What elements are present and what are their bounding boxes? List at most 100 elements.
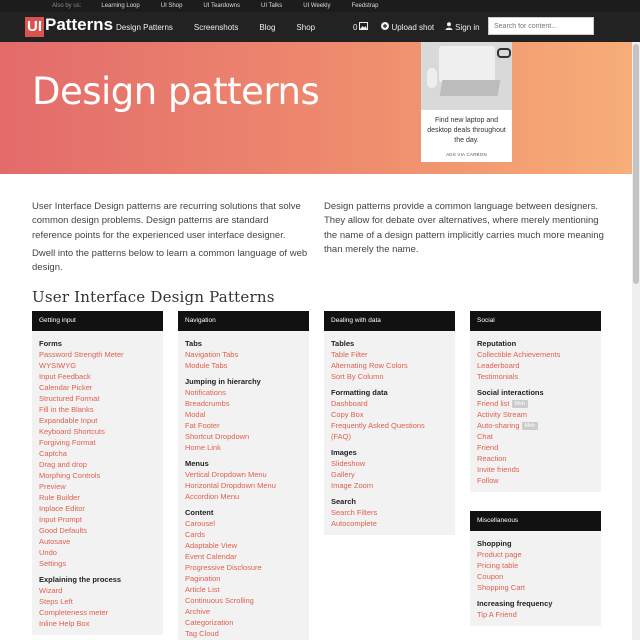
pattern-link[interactable]: Shopping Cart — [477, 582, 594, 593]
pattern-link[interactable]: Frequently Asked Questions — [331, 420, 448, 431]
pattern-link[interactable]: Slideshow — [331, 458, 448, 469]
pattern-link[interactable]: Captcha — [39, 448, 156, 459]
pattern-link[interactable]: Adaptable View — [185, 540, 302, 551]
pattern-link[interactable]: Calendar Picker — [39, 382, 156, 393]
pattern-link[interactable]: Breadcrumbs — [185, 398, 302, 409]
pattern-link[interactable]: Input Feedback — [39, 371, 156, 382]
column-header[interactable]: Dealing with data — [324, 311, 455, 331]
pattern-link[interactable]: Tag Cloud — [185, 628, 302, 639]
pattern-link[interactable]: Shortcut Dropdown — [185, 431, 302, 442]
scrollbar-thumb[interactable] — [633, 44, 639, 284]
pattern-link[interactable]: Inplace Editor — [39, 503, 156, 514]
upload-shot-link[interactable]: Upload shot — [381, 22, 434, 32]
sign-in-link[interactable]: Sign in — [445, 22, 480, 32]
pattern-link[interactable]: Alternating Row Colors — [331, 360, 448, 371]
pattern-link[interactable]: Navigation Tabs — [185, 349, 302, 360]
link-ui-talks[interactable]: UI Talks — [261, 3, 282, 9]
link-feedstrap[interactable]: Feedstrap — [351, 3, 378, 9]
pattern-link[interactable]: Morphing Controls — [39, 470, 156, 481]
pattern-link[interactable]: Activity Stream — [477, 409, 594, 420]
ad-copy[interactable]: Find new laptop and desktop deals throug… — [425, 116, 508, 146]
pattern-link[interactable]: Article List — [185, 584, 302, 595]
pattern-link[interactable]: Continuous Scrolling — [185, 595, 302, 606]
carbon-ad[interactable]: Find new laptop and desktop deals throug… — [421, 42, 512, 162]
pattern-link[interactable]: (FAQ) — [331, 431, 448, 442]
pattern-link[interactable]: Preview — [39, 481, 156, 492]
pattern-link[interactable]: Expandable Input — [39, 415, 156, 426]
pattern-link[interactable]: Archive — [185, 606, 302, 617]
nav-design-patterns[interactable]: Design Patterns — [116, 23, 173, 32]
pattern-link[interactable]: Keyboard Shortcuts — [39, 426, 156, 437]
column-header[interactable]: Miscellaneous — [470, 511, 601, 531]
column-header[interactable]: Navigation — [178, 311, 309, 331]
pattern-link[interactable]: Completeness meter — [39, 607, 156, 618]
pattern-link[interactable]: Module Tabs — [185, 360, 302, 371]
pattern-link[interactable]: Coupon — [477, 571, 594, 582]
pattern-link[interactable]: Autocomplete — [331, 518, 448, 529]
pattern-link[interactable]: Image Zoom — [331, 480, 448, 491]
link-ui-weekly[interactable]: UI Weekly — [303, 3, 330, 9]
pattern-link[interactable]: Pagination — [185, 573, 302, 584]
pattern-link[interactable]: Categorization — [185, 617, 302, 628]
pattern-link[interactable]: Horizontal Dropdown Menu — [185, 480, 302, 491]
pattern-link[interactable]: Auto-sharing Meh — [477, 420, 594, 431]
pattern-link[interactable]: Fat Footer — [185, 420, 302, 431]
pattern-link[interactable]: Friend list Meh — [477, 398, 594, 409]
pattern-link[interactable]: Invite friends — [477, 464, 594, 475]
pattern-link[interactable]: Steps Left — [39, 596, 156, 607]
page-scrollbar[interactable] — [632, 42, 640, 640]
pattern-link[interactable]: Wizard — [39, 585, 156, 596]
pattern-link[interactable]: Copy Box — [331, 409, 448, 420]
pattern-link[interactable]: Input Prompt — [39, 514, 156, 525]
pattern-link[interactable]: Leaderboard — [477, 360, 594, 371]
pattern-link[interactable]: Fill in the Blanks — [39, 404, 156, 415]
pattern-link[interactable]: Reaction — [477, 453, 594, 464]
nav-blog[interactable]: Blog — [259, 23, 275, 32]
column-header[interactable]: Social — [470, 311, 601, 331]
pattern-link[interactable]: Event Calendar — [185, 551, 302, 562]
pattern-link[interactable]: Carousel — [185, 518, 302, 529]
pattern-link[interactable]: Search Filters — [331, 507, 448, 518]
pattern-link[interactable]: Modal — [185, 409, 302, 420]
column-header[interactable]: Getting input — [32, 311, 163, 331]
pattern-link[interactable]: Notifications — [185, 387, 302, 398]
pattern-link[interactable]: Cards — [185, 529, 302, 540]
ad-via-carbon[interactable]: ADS VIA CARBON — [421, 152, 512, 157]
pattern-link[interactable]: Dashboard — [331, 398, 448, 409]
pattern-link[interactable]: Undo — [39, 547, 156, 558]
pattern-link[interactable]: Structured Format — [39, 393, 156, 404]
pattern-link[interactable]: Table Filter — [331, 349, 448, 360]
nav-shop[interactable]: Shop — [296, 23, 315, 32]
pattern-link[interactable]: Vertical Dropdown Menu — [185, 469, 302, 480]
pattern-link[interactable]: Forgiving Format — [39, 437, 156, 448]
pattern-link[interactable]: Password Strength Meter — [39, 349, 156, 360]
collection-counter[interactable]: 0 — [353, 22, 370, 32]
pattern-link[interactable]: Testimonials — [477, 371, 594, 382]
pattern-link[interactable]: Autosave — [39, 536, 156, 547]
pattern-link[interactable]: Pricing table — [477, 560, 594, 571]
link-ui-shop[interactable]: UI Shop — [161, 3, 183, 9]
pattern-link[interactable]: Gallery — [331, 469, 448, 480]
pattern-link[interactable]: Accordion Menu — [185, 491, 302, 502]
pattern-link[interactable]: Home Link — [185, 442, 302, 453]
pattern-link[interactable]: Rule Builder — [39, 492, 156, 503]
ad-image[interactable] — [421, 42, 512, 110]
pattern-link[interactable]: Progressive Disclosure — [185, 562, 302, 573]
pattern-link[interactable]: Settings — [39, 558, 156, 569]
pattern-link[interactable]: Follow — [477, 475, 594, 486]
pattern-link[interactable]: Product page — [477, 549, 594, 560]
pattern-link[interactable]: Friend — [477, 442, 594, 453]
pattern-link[interactable]: Sort By Column — [331, 371, 448, 382]
nav-screenshots[interactable]: Screenshots — [194, 23, 238, 32]
link-ui-teardowns[interactable]: UI Teardowns — [203, 3, 240, 9]
pattern-link[interactable]: Inline Help Box — [39, 618, 156, 629]
link-learning-loop[interactable]: Learning Loop — [101, 3, 139, 9]
site-logo[interactable]: UI Patterns — [25, 16, 113, 37]
pattern-link[interactable]: Drag and drop — [39, 459, 156, 470]
search-input[interactable] — [488, 17, 594, 35]
pattern-link[interactable]: Good Defaults — [39, 525, 156, 536]
pattern-link[interactable]: Chat — [477, 431, 594, 442]
pattern-link[interactable]: Collectible Achievements — [477, 349, 594, 360]
pattern-link[interactable]: Tip A Friend — [477, 609, 594, 620]
pattern-link[interactable]: WYSIWYG — [39, 360, 156, 371]
